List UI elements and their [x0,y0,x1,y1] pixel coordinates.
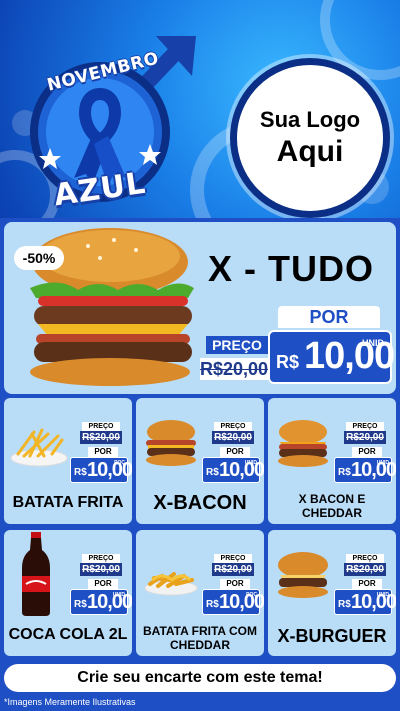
price-label: PREÇO [346,554,384,563]
featured-product-card: -50% X - TUDO PREÇO R$20,00 POR R$ 10,00… [4,222,396,394]
por-label: POR [88,447,118,457]
disclaimer-text: *Imagens Meramente Ilustrativas [4,697,136,707]
unit-label: UNID [244,460,257,466]
currency-symbol: R$ [206,599,219,610]
new-price-box: R$ 10,00 UNID [202,457,264,483]
product-card-x-bacon-cheddar: PREÇO R$20,00 POR R$ 10,00 UNID X BACON … [268,398,396,524]
por-label: POR [278,306,380,328]
burger-image [146,420,196,466]
new-price-box: R$ 10,00 UNID [70,589,132,615]
discount-badge: -50% [14,246,64,270]
new-price-box: R$ 10,00 UNID [334,589,396,615]
unit-label: UNID [376,592,389,598]
product-name: COCA COLA 2L [8,626,128,643]
currency-symbol: R$ [276,352,300,372]
por-label: POR [220,579,250,589]
price-label: PREÇO [82,422,120,431]
old-price: R$20,00 [212,563,254,576]
old-price: R$20,00 [80,431,122,444]
featured-product-name: X - TUDO [208,248,374,289]
currency-symbol: R$ [74,599,87,610]
unit-label: POÇ [246,592,257,598]
product-card-x-burguer: PREÇO R$20,00 POR R$ 10,00 UNID X-BURGUE… [268,530,396,656]
header-banner: NOVEMBRO AZUL Sua Logo Aqui [0,0,400,218]
product-card-batata-cheddar: PREÇO R$20,00 POR R$ 10,00 POÇ BATATA FR… [136,530,264,656]
logo-text-line2: Aqui [276,135,344,168]
product-card-x-bacon: PREÇO R$20,00 POR R$ 10,00 UNID X-BACON [136,398,264,524]
new-price-box: R$ 10,00 POÇ [202,589,264,615]
old-price: R$20,00 [80,563,122,576]
burger-image [278,420,328,467]
currency-symbol: R$ [74,467,87,478]
product-name: X-BACON [153,492,247,514]
old-price: R$20,00 [344,431,386,444]
fries-cheddar-image [144,572,198,596]
old-price: R$20,00 [212,431,254,444]
price-label: PREÇO [346,422,384,431]
product-name: BATATA FRITA COM CHEDDAR [143,624,257,652]
new-price-box: R$ 10,00 POÇ [70,457,132,483]
price-label: PREÇO [214,554,252,563]
new-price: 10,00 [351,459,396,481]
por-label: POR [352,447,382,457]
logo-placeholder: Sua Logo Aqui [230,58,390,218]
cta-banner[interactable]: Crie seu encarte com este tema! [4,664,396,692]
new-price: 10,00 [351,591,396,613]
logo-text-line1: Sua Logo [259,107,361,132]
currency-symbol: R$ [338,599,351,610]
new-price-box: R$ 10,00 UNID [268,330,395,384]
new-price-box: R$ 10,00 UNID [334,457,396,483]
product-card-coca-cola: PREÇO R$20,00 POR R$ 10,00 UNID COCA COL… [4,530,132,656]
new-price: 10,00 [219,591,264,613]
old-price: R$20,00 [344,563,386,576]
soda-bottle-image [22,532,50,616]
por-label: POR [220,447,250,457]
price-label: PREÇO [82,554,120,563]
price-label: PREÇO [214,422,252,431]
unit-label: UNID [112,592,125,598]
currency-symbol: R$ [338,467,351,478]
product-name: X-BURGUER [277,626,387,646]
new-price: 10,00 [219,459,264,481]
currency-symbol: R$ [206,467,219,478]
unit-label: UNID [376,460,389,466]
unit-label: UNID [362,338,384,348]
old-price: R$20,00 [200,358,269,380]
unit-label: POÇ [114,460,125,466]
novembro-azul-badge: NOVEMBRO AZUL [28,32,204,213]
price-label: PREÇO [206,336,268,354]
product-name: X BACON E CHEDDAR [298,492,366,520]
product-name: BATATA FRITA [12,494,124,511]
product-card-batata-frita: PREÇO R$20,00 POR R$ 10,00 POÇ BATATA FR… [4,398,132,524]
new-price: 10,00 [87,459,132,481]
por-label: POR [352,579,382,589]
burger-image [278,552,328,598]
new-price: 10,00 [87,591,132,613]
fries-image [10,428,68,467]
por-label: POR [88,579,118,589]
